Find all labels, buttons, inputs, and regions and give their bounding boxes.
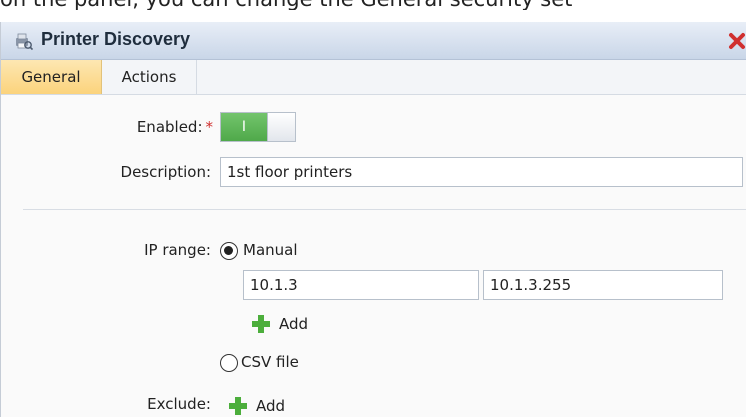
ip-range-to-input[interactable] [483,270,723,300]
add-ip-range-label: Add [279,315,309,333]
add-ip-range-button[interactable]: Add [251,312,331,338]
enabled-label-text: Enabled: [136,118,203,136]
tab-actions[interactable]: Actions [102,60,197,94]
enabled-toggle[interactable]: I [220,112,296,142]
plus-icon [252,315,270,333]
manual-radio[interactable] [220,242,238,260]
close-icon[interactable] [727,31,746,51]
printer-discovery-window: Printer Discovery General Actions Enable… [0,22,746,417]
truncated-background-text: on the panel, you can change the General… [0,0,746,10]
ip-range-label: IP range: [144,241,211,259]
add-exclude-button[interactable]: Add [228,394,308,420]
enabled-label: Enabled: * [113,118,213,136]
add-exclude-label: Add [256,397,286,415]
exclude-label: Exclude: [147,395,211,413]
manual-radio-dot [224,246,233,255]
window-title: Printer Discovery [41,29,191,49]
required-mark: * [205,118,214,136]
section-divider [23,209,746,210]
description-input[interactable] [220,157,743,187]
csv-file-radio-label[interactable]: CSV file [241,353,299,371]
title-bar: Printer Discovery [1,22,746,60]
printer-discovery-icon [16,33,33,51]
ip-range-from-input[interactable] [243,270,479,300]
tab-general[interactable]: General [1,60,102,94]
plus-icon [229,397,247,415]
tab-bar: General Actions [1,60,746,95]
description-label: Description: [120,163,211,181]
enabled-toggle-knob[interactable] [267,113,295,141]
enabled-toggle-on-part: I [221,113,267,141]
csv-file-radio[interactable] [220,354,238,372]
manual-radio-label[interactable]: Manual [243,241,298,259]
